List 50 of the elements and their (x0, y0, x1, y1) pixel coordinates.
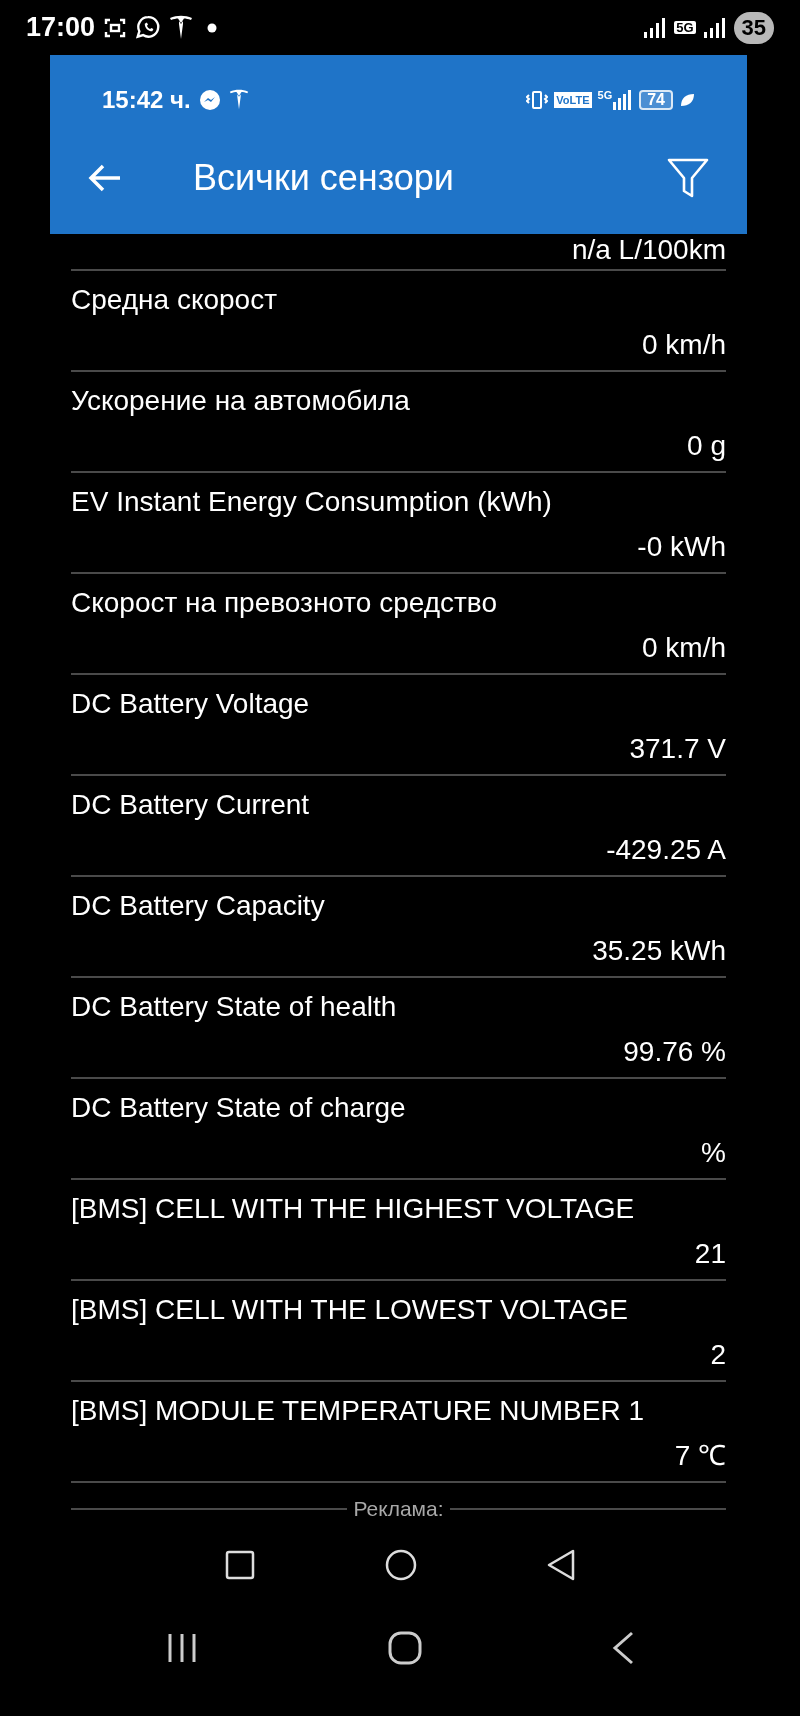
recent-apps-icon[interactable] (225, 1550, 255, 1580)
battery-indicator: 74 (639, 90, 673, 110)
sensor-value: 99.76 % (623, 1035, 726, 1069)
recent-apps-icon[interactable] (166, 1632, 198, 1664)
battery-level-badge: 35 (733, 11, 774, 44)
signal-icon (613, 90, 634, 110)
sensor-value: 2 (710, 1338, 726, 1372)
sensor-name: Ускорение на автомобила (71, 384, 410, 418)
filter-icon[interactable] (667, 156, 709, 199)
sensor-value: 371.7 V (629, 732, 726, 766)
sensor-name: Скорост на превозното средство (71, 586, 497, 620)
network-label: 5G (597, 90, 613, 101)
sensor-value: 21 (694, 1237, 726, 1271)
sensor-name: DC Battery Capacity (71, 889, 325, 923)
sensor-name: [BMS] CELL WITH THE HIGHEST VOLTAGE (71, 1192, 635, 1226)
chat-bubble-icon (135, 14, 162, 41)
leaf-icon (679, 92, 695, 108)
sensor-value: -429.25 A (606, 833, 726, 867)
volte-badge: VoLTE (554, 92, 592, 108)
sensor-name: EV Instant Energy Consumption (kWh) (71, 485, 552, 519)
sensor-value: 0 km/h (641, 631, 726, 665)
sensor-value: 7 ℃ (674, 1439, 726, 1473)
sensor-name: Средна скорост (71, 283, 277, 317)
back-icon[interactable] (547, 1549, 575, 1581)
vibrate-icon (526, 90, 549, 110)
sensor-name: [BMS] CELL WITH THE LOWEST VOLTAGE (71, 1293, 628, 1327)
home-icon[interactable] (388, 1631, 422, 1665)
signal-icon (644, 17, 667, 38)
sensor-name: DC Battery Current (71, 788, 310, 822)
sensor-name: DC Battery Voltage (71, 687, 310, 721)
sensor-value: % (701, 1136, 726, 1170)
sensor-value: 35.25 kWh (592, 934, 726, 968)
home-icon[interactable] (385, 1549, 417, 1581)
signal-icon (703, 17, 726, 38)
ad-label: Реклама: (353, 1497, 444, 1521)
status-time: 15:42 ч. (102, 85, 191, 115)
sensor-value: n/a L/100km (571, 234, 726, 266)
status-time: 17:00 (26, 11, 96, 45)
sensor-value: 0 g (687, 429, 726, 463)
sensor-value: 0 km/h (641, 328, 726, 362)
back-arrow-icon[interactable] (88, 163, 122, 192)
network-label: 5G (674, 21, 696, 34)
messenger-icon (198, 89, 221, 111)
sensor-name: DC Battery State of charge (71, 1091, 406, 1125)
sensor-name: DC Battery State of health (71, 990, 397, 1024)
page-title: Всички сензори (193, 155, 455, 200)
sensor-name: [BMS] MODULE TEMPERATURE NUMBER 1 (71, 1394, 645, 1428)
back-icon[interactable] (612, 1631, 634, 1665)
dot-icon (207, 22, 218, 33)
sensor-value: -0 kWh (637, 530, 726, 564)
